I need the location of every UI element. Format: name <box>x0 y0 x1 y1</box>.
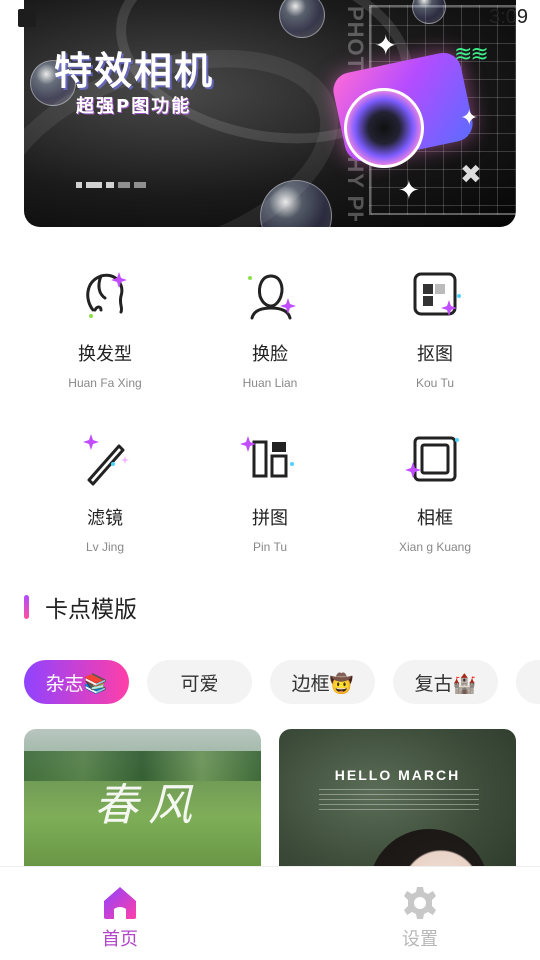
feature-pinyin: Xian g Kuang <box>398 540 472 554</box>
chip-retro[interactable]: 复古🏰 <box>393 660 498 704</box>
feature-pinyin: Kou Tu <box>415 376 455 390</box>
card-headline: HELLO MARCH <box>334 767 461 783</box>
chip-more[interactable] <box>516 660 540 704</box>
template-card-spring[interactable]: 春风 <box>24 729 261 889</box>
feature-pinyin: Huan Lian <box>242 376 298 390</box>
status-bar: 3:09 <box>0 0 540 36</box>
settings-gear-icon <box>404 887 436 919</box>
feature-label: 换脸 <box>252 344 288 365</box>
frame-icon <box>405 436 459 482</box>
feature-label: 相框 <box>417 508 453 529</box>
category-chips[interactable]: 杂志📚 可爱 边框🤠 复古🏰 <box>24 660 540 706</box>
feature-filter[interactable]: 滤镜 Lv Jing <box>25 430 185 554</box>
section-title: 卡点模版 <box>45 597 137 623</box>
section-accent-bar <box>24 595 29 619</box>
chip-cute[interactable]: 可爱 <box>147 660 252 704</box>
banner-title: 特效相机 <box>54 49 215 93</box>
nav-settings[interactable]: 设置 <box>360 885 480 951</box>
section-heading: 卡点模版 <box>24 594 137 623</box>
feature-label: 拼图 <box>252 508 288 529</box>
banner-pagination <box>76 182 146 188</box>
nav-label: 设置 <box>402 929 438 950</box>
notification-icon <box>18 9 36 27</box>
feature-pinyin: Lv Jing <box>85 540 125 554</box>
camera-lens-illustration <box>344 88 424 168</box>
filter-wand-icon <box>83 434 129 486</box>
chip-magazine[interactable]: 杂志📚 <box>24 660 129 704</box>
bottom-navigation: 首页 设置 <box>0 866 540 960</box>
template-card-hello-march[interactable]: HELLO MARCH <box>279 729 516 889</box>
cross-icon: ✖ <box>460 160 482 190</box>
feature-pinyin: Huan Fa Xing <box>68 376 142 390</box>
feature-collage[interactable]: 拼图 Pin Tu <box>190 430 350 554</box>
feature-hairstyle[interactable]: 换发型 Huan Fa Xing <box>25 266 185 390</box>
feature-pinyin: Pin Tu <box>252 540 288 554</box>
sparkle-icon: ✦ <box>460 106 479 131</box>
wave-lines-icon: ≋≋ <box>454 42 489 67</box>
sparkle-icon: ✦ <box>398 176 420 206</box>
chip-border[interactable]: 边框🤠 <box>270 660 375 704</box>
card-script-text: 春风 <box>94 780 202 831</box>
banner-subtitle: 超强P图功能 <box>76 96 192 117</box>
feature-face-swap[interactable]: 换脸 Huan Lian <box>190 266 350 390</box>
feature-frame[interactable]: 相框 Xian g Kuang <box>355 430 515 554</box>
nav-label: 首页 <box>102 929 138 950</box>
cutout-icon <box>413 272 461 316</box>
card-text-lines <box>319 789 479 813</box>
sparkle-icon: ✦ <box>374 29 398 62</box>
status-time: 3:09 <box>489 6 528 28</box>
home-icon <box>104 887 136 919</box>
nav-home[interactable]: 首页 <box>60 885 180 951</box>
face-swap-icon <box>248 274 296 320</box>
feature-label: 换发型 <box>78 344 132 365</box>
hairstyle-icon <box>86 272 127 318</box>
feature-cutout[interactable]: 抠图 Kou Tu <box>355 266 515 390</box>
feature-label: 抠图 <box>417 344 453 365</box>
collage-icon <box>240 436 294 478</box>
feature-label: 滤镜 <box>87 508 123 529</box>
